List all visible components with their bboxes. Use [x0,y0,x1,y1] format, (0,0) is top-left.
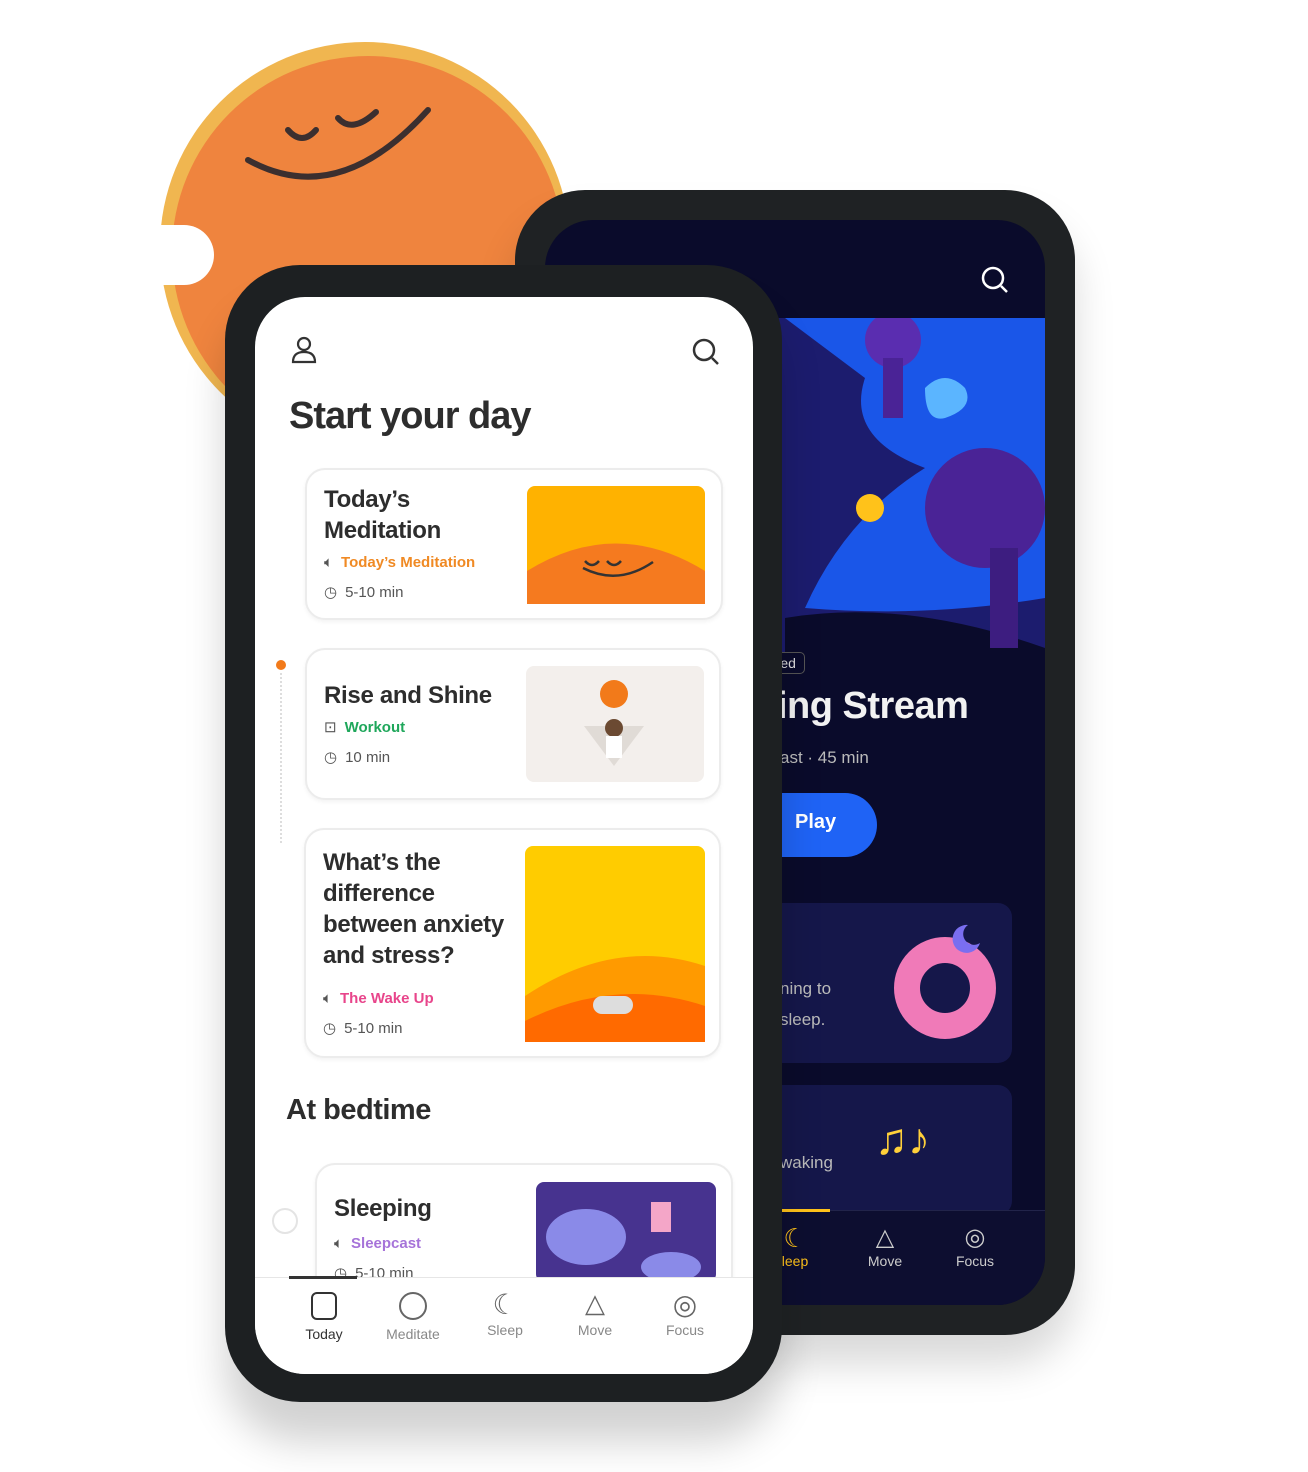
nav-sleep[interactable]: ☾ Sleep [465,1288,545,1338]
nav-move[interactable]: △ Move [845,1223,925,1269]
card-title: Sleeping [334,1195,432,1222]
card-title: Rise and Shine [324,682,492,709]
workout-card[interactable]: Rise and Shine ⊡ Workout ◷ 10 min [305,648,721,800]
search-icon[interactable] [980,265,1010,295]
timeline-line [280,673,282,843]
active-indicator [289,1276,357,1279]
card-type: Workout [344,718,406,736]
card-title: Today’s Meditation [324,486,441,544]
nav-label: Move [867,1253,903,1269]
card-duration: 5-10 min [344,1019,403,1037]
meditate-icon [399,1292,427,1320]
nav-meditate[interactable]: Meditate [373,1292,453,1342]
timeline-dot [272,1208,298,1234]
nav-label: Meditate [386,1326,440,1342]
featured-subtitle: ast · 45 min [780,748,869,767]
workout-thumbnail [526,666,704,782]
nav-label: Move [577,1322,613,1338]
swim-ring-illustration [894,924,996,1039]
meditation-thumbnail [527,486,705,604]
nav-focus[interactable]: ◎ Focus [645,1288,725,1338]
meditation-card[interactable]: Today’s Meditation 🔈︎ Today’s Meditation … [305,468,723,620]
audio-icon: 🔈︎ [324,554,334,571]
focus-icon: ◎ [672,1289,698,1320]
clock-icon: ◷ [323,1020,337,1037]
clock-icon: ◷ [324,584,338,601]
sleep-card[interactable]: ning to sleep. [745,903,1012,1063]
move-icon: △ [585,1288,605,1318]
today-icon [311,1292,337,1320]
smile-face-icon [245,107,431,180]
move-icon: △ [875,1224,895,1251]
today-screen: Start your day Today’s Meditation 🔈︎ Toda… [255,297,753,1374]
clock-icon: ◷ [324,749,338,766]
music-notes-icon: ♫♪ [875,1115,930,1164]
cloud-shape [150,225,214,285]
audio-icon: 🔈︎ [334,1235,344,1252]
wake-up-thumbnail [525,846,705,1042]
nav-label: Today [305,1326,343,1342]
card-title: What’s the difference between anxiety an… [323,849,504,969]
focus-icon: ◎ [964,1224,986,1251]
section-title: At bedtime [286,1094,431,1126]
sleep-card[interactable]: waking ♫♪ [745,1085,1012,1215]
nav-label: Focus [665,1322,705,1338]
card-text: waking [780,1153,833,1172]
moon-icon: ☾ [492,1289,518,1320]
audio-icon: 🔈︎ [323,990,333,1007]
card-text-line: ning to [780,979,832,998]
card-text-line: sleep. [780,1010,826,1029]
nav-move[interactable]: △ Move [555,1288,635,1338]
search-icon[interactable] [691,337,721,367]
active-indicator [775,1209,830,1212]
video-icon: ⊡ [324,719,337,736]
moon-icon: ☾ [783,1223,807,1253]
sleepcast-thumbnail [536,1182,716,1282]
bottom-nav: Today Meditate ☾ Sleep △ Move ◎ Focus [255,1276,753,1374]
nav-focus[interactable]: ◎ Focus [935,1223,1015,1269]
card-type: The Wake Up [340,990,434,1007]
nav-label: Focus [955,1253,995,1269]
card-type: Sleepcast [351,1235,422,1252]
card-duration: 5-10 min [345,583,404,601]
nav-label: leep [781,1253,809,1269]
card-type: Today’s Meditation [341,554,476,571]
nav-today[interactable]: Today [284,1292,364,1342]
wake-up-card[interactable]: What’s the difference between anxiety an… [304,828,721,1058]
nav-label: Sleep [487,1322,523,1338]
page-title: Start your day [289,395,532,437]
card-duration: 10 min [345,748,391,766]
profile-icon[interactable] [290,335,318,365]
featured-title: ing Stream [777,685,969,727]
timeline-dot-active [276,660,286,670]
